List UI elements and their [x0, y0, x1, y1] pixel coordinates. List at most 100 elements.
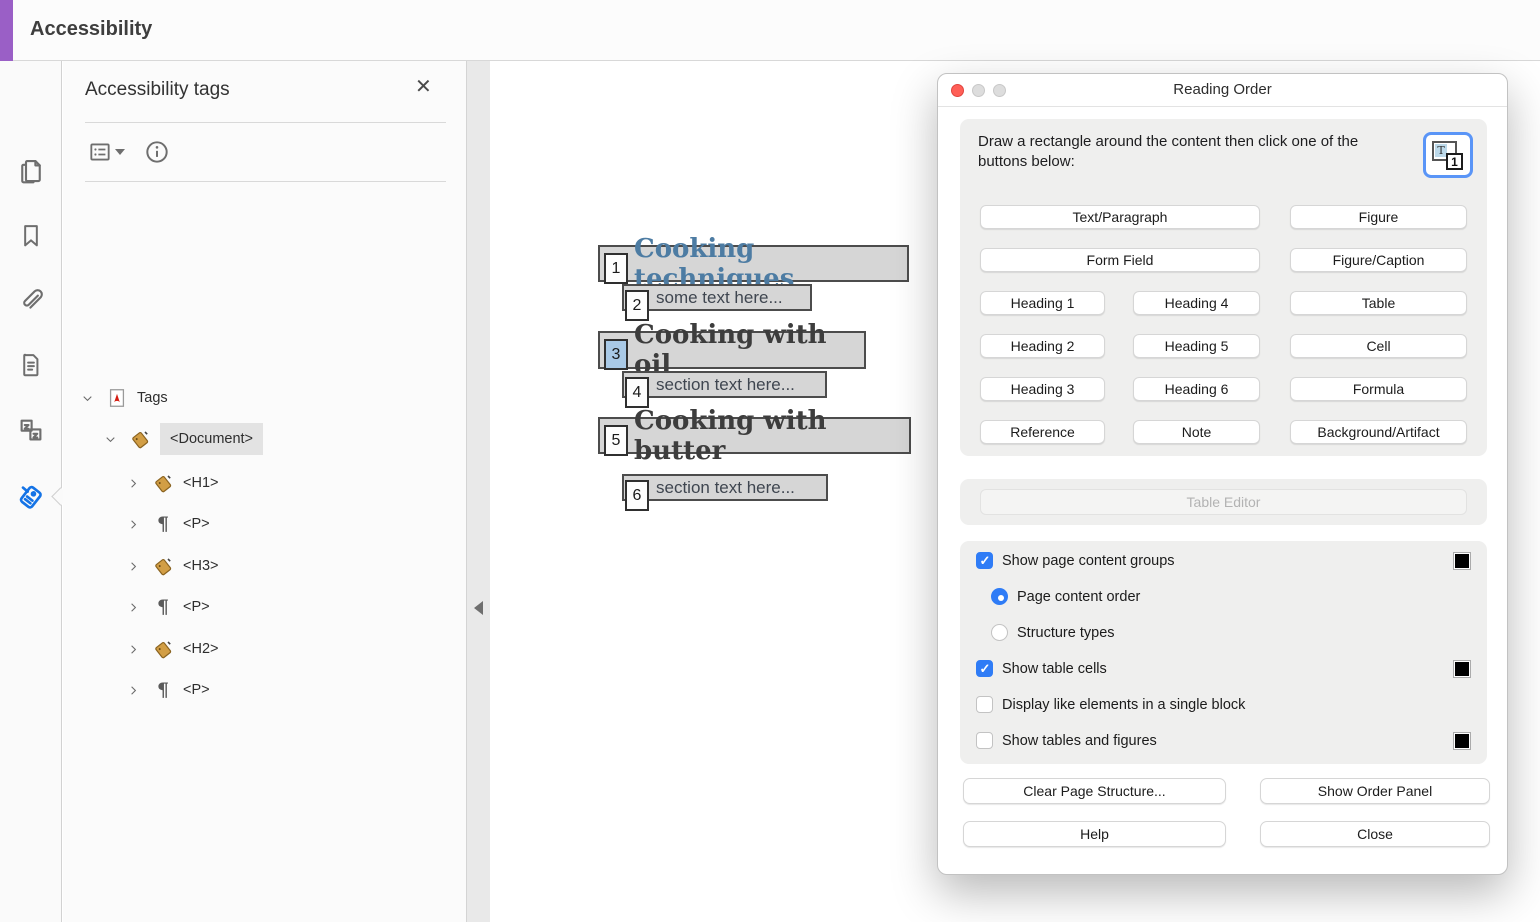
divider: [85, 122, 446, 123]
structure-type-mode-button[interactable]: T 1: [1423, 132, 1473, 178]
tables-figures-color-swatch[interactable]: [1453, 732, 1471, 750]
chevron-down-icon[interactable]: [102, 431, 118, 447]
tree-row-p2[interactable]: ¶ <P>: [125, 592, 210, 622]
checkbox-checked-icon[interactable]: [976, 552, 993, 569]
option-label: Page content order: [1017, 589, 1140, 605]
tree-row-document[interactable]: <Document>: [102, 424, 263, 454]
panel-resize-strip[interactable]: [466, 61, 490, 922]
reading-order-number[interactable]: 1: [604, 253, 628, 284]
clear-page-structure-button[interactable]: Clear Page Structure...: [963, 778, 1226, 804]
tree-label[interactable]: <H1>: [183, 475, 218, 491]
accessibility-tags-panel: Accessibility tags ✕ Tags: [63, 61, 466, 922]
table-button[interactable]: Table: [1290, 291, 1467, 315]
accessibility-tags-icon[interactable]: [15, 481, 47, 513]
attachments-icon[interactable]: [15, 284, 47, 316]
note-button[interactable]: Note: [1133, 420, 1260, 444]
list-options-icon[interactable]: [87, 139, 125, 165]
tree-label[interactable]: <H3>: [183, 558, 218, 574]
tree-row-p3[interactable]: ¶ <P>: [125, 675, 210, 705]
background-artifact-button[interactable]: Background/Artifact: [1290, 420, 1467, 444]
option-label: Show table cells: [1002, 661, 1107, 677]
tree-label[interactable]: <P>: [183, 516, 210, 532]
reference-button[interactable]: Reference: [980, 420, 1105, 444]
cell-button[interactable]: Cell: [1290, 334, 1467, 358]
chevron-down-icon[interactable]: [79, 390, 95, 406]
content-group-paragraph3[interactable]: section text here...: [622, 474, 828, 501]
close-icon[interactable]: ✕: [415, 77, 432, 97]
reading-order-number[interactable]: 4: [625, 377, 649, 408]
checkbox-unchecked-icon[interactable]: [976, 732, 993, 749]
chevron-right-icon[interactable]: [125, 558, 141, 574]
chevron-right-icon[interactable]: [125, 641, 141, 657]
doc-body-text: some text here...: [656, 288, 783, 308]
option-label: Show tables and figures: [1002, 733, 1157, 749]
chevron-right-icon[interactable]: [125, 682, 141, 698]
show-table-cells-option[interactable]: Show table cells: [976, 660, 1107, 677]
content-group-heading3[interactable]: Cooking with butter: [598, 417, 911, 454]
tag-icon: [151, 637, 175, 661]
text-paragraph-button[interactable]: Text/Paragraph: [980, 205, 1260, 229]
radio-unselected-icon[interactable]: [991, 624, 1008, 641]
info-icon[interactable]: [143, 138, 171, 166]
dialog-titlebar[interactable]: Reading Order: [938, 74, 1507, 107]
paragraph-icon: ¶: [151, 595, 175, 619]
show-tables-figures-option[interactable]: Show tables and figures: [976, 732, 1157, 749]
organize-pages-icon[interactable]: [15, 155, 47, 187]
chevron-right-icon[interactable]: [125, 599, 141, 615]
tag-icon: [151, 471, 175, 495]
content-group-paragraph2[interactable]: section text here...: [622, 371, 827, 398]
reading-order-number-selected[interactable]: 3: [604, 339, 628, 370]
reading-order-number[interactable]: 5: [604, 425, 628, 456]
close-button[interactable]: Close: [1260, 821, 1490, 847]
divider: [85, 181, 446, 182]
order-number-icon: 1: [1446, 153, 1463, 170]
paragraph-icon: ¶: [151, 678, 175, 702]
table-cells-color-swatch[interactable]: [1453, 660, 1471, 678]
tree-row-tags-root[interactable]: Tags: [79, 383, 168, 413]
tree-row-h3[interactable]: <H3>: [125, 551, 218, 581]
heading-4-button[interactable]: Heading 4: [1133, 291, 1260, 315]
radio-selected-icon[interactable]: [991, 588, 1008, 605]
tree-row-h1[interactable]: <H1>: [125, 468, 218, 498]
display-like-elements-option[interactable]: Display like elements in a single block: [976, 696, 1245, 713]
content-group-heading2[interactable]: Cooking with oil: [598, 331, 866, 369]
bookmarks-icon[interactable]: [15, 220, 47, 252]
help-button[interactable]: Help: [963, 821, 1226, 847]
figure-caption-button[interactable]: Figure/Caption: [1290, 248, 1467, 272]
purple-accent-bar: [0, 0, 13, 61]
heading-5-button[interactable]: Heading 5: [1133, 334, 1260, 358]
heading-6-button[interactable]: Heading 6: [1133, 377, 1260, 401]
page-thumbnails-icon[interactable]: [15, 349, 47, 381]
chevron-down-icon: [115, 149, 125, 155]
heading-2-button[interactable]: Heading 2: [980, 334, 1105, 358]
tree-label[interactable]: <P>: [183, 682, 210, 698]
tree-label-selected[interactable]: <Document>: [160, 423, 263, 455]
chevron-right-icon[interactable]: [125, 516, 141, 532]
tree-row-p1[interactable]: ¶ <P>: [125, 509, 210, 539]
content-groups-color-swatch[interactable]: [1453, 552, 1471, 570]
heading-3-button[interactable]: Heading 3: [980, 377, 1105, 401]
tree-label[interactable]: Tags: [137, 390, 168, 406]
structure-types-option[interactable]: Structure types: [991, 624, 1115, 641]
reading-order-number[interactable]: 6: [625, 480, 649, 511]
chevron-right-icon[interactable]: [125, 475, 141, 491]
figure-button[interactable]: Figure: [1290, 205, 1467, 229]
collapse-panel-arrow-icon[interactable]: [474, 601, 483, 615]
formula-button[interactable]: Formula: [1290, 377, 1467, 401]
tag-icon: [128, 427, 152, 451]
page-content-order-option[interactable]: Page content order: [991, 588, 1140, 605]
tree-label[interactable]: <P>: [183, 599, 210, 615]
content-group-paragraph1[interactable]: some text here...: [622, 284, 812, 311]
checkbox-unchecked-icon[interactable]: [976, 696, 993, 713]
alternate-text-icon[interactable]: [15, 414, 47, 446]
show-page-content-groups-option[interactable]: Show page content groups: [976, 552, 1175, 569]
heading-1-button[interactable]: Heading 1: [980, 291, 1105, 315]
reading-order-number[interactable]: 2: [625, 290, 649, 321]
show-order-panel-button[interactable]: Show Order Panel: [1260, 778, 1490, 804]
content-group-heading1[interactable]: Cooking techniques: [598, 245, 909, 282]
form-field-button[interactable]: Form Field: [980, 248, 1260, 272]
panel-toolbar: [87, 135, 171, 169]
checkbox-checked-icon[interactable]: [976, 660, 993, 677]
tree-label[interactable]: <H2>: [183, 641, 218, 657]
tree-row-h2[interactable]: <H2>: [125, 634, 218, 664]
